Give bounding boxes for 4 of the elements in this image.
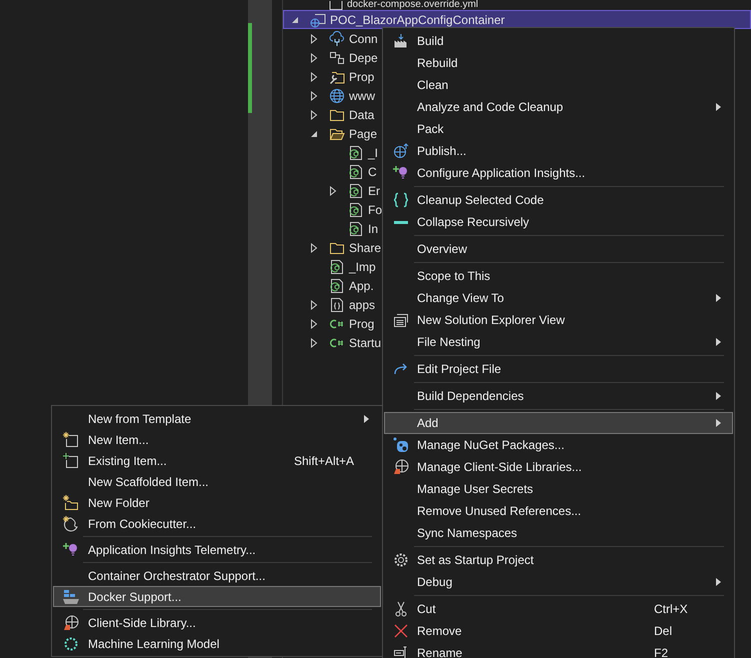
shortcut-text: Shift+Alt+A xyxy=(294,452,356,470)
shortcut-text: F2 xyxy=(654,645,670,658)
shortcut-text: Ctrl+X xyxy=(654,601,689,618)
shortcut-text: Del xyxy=(654,623,674,640)
